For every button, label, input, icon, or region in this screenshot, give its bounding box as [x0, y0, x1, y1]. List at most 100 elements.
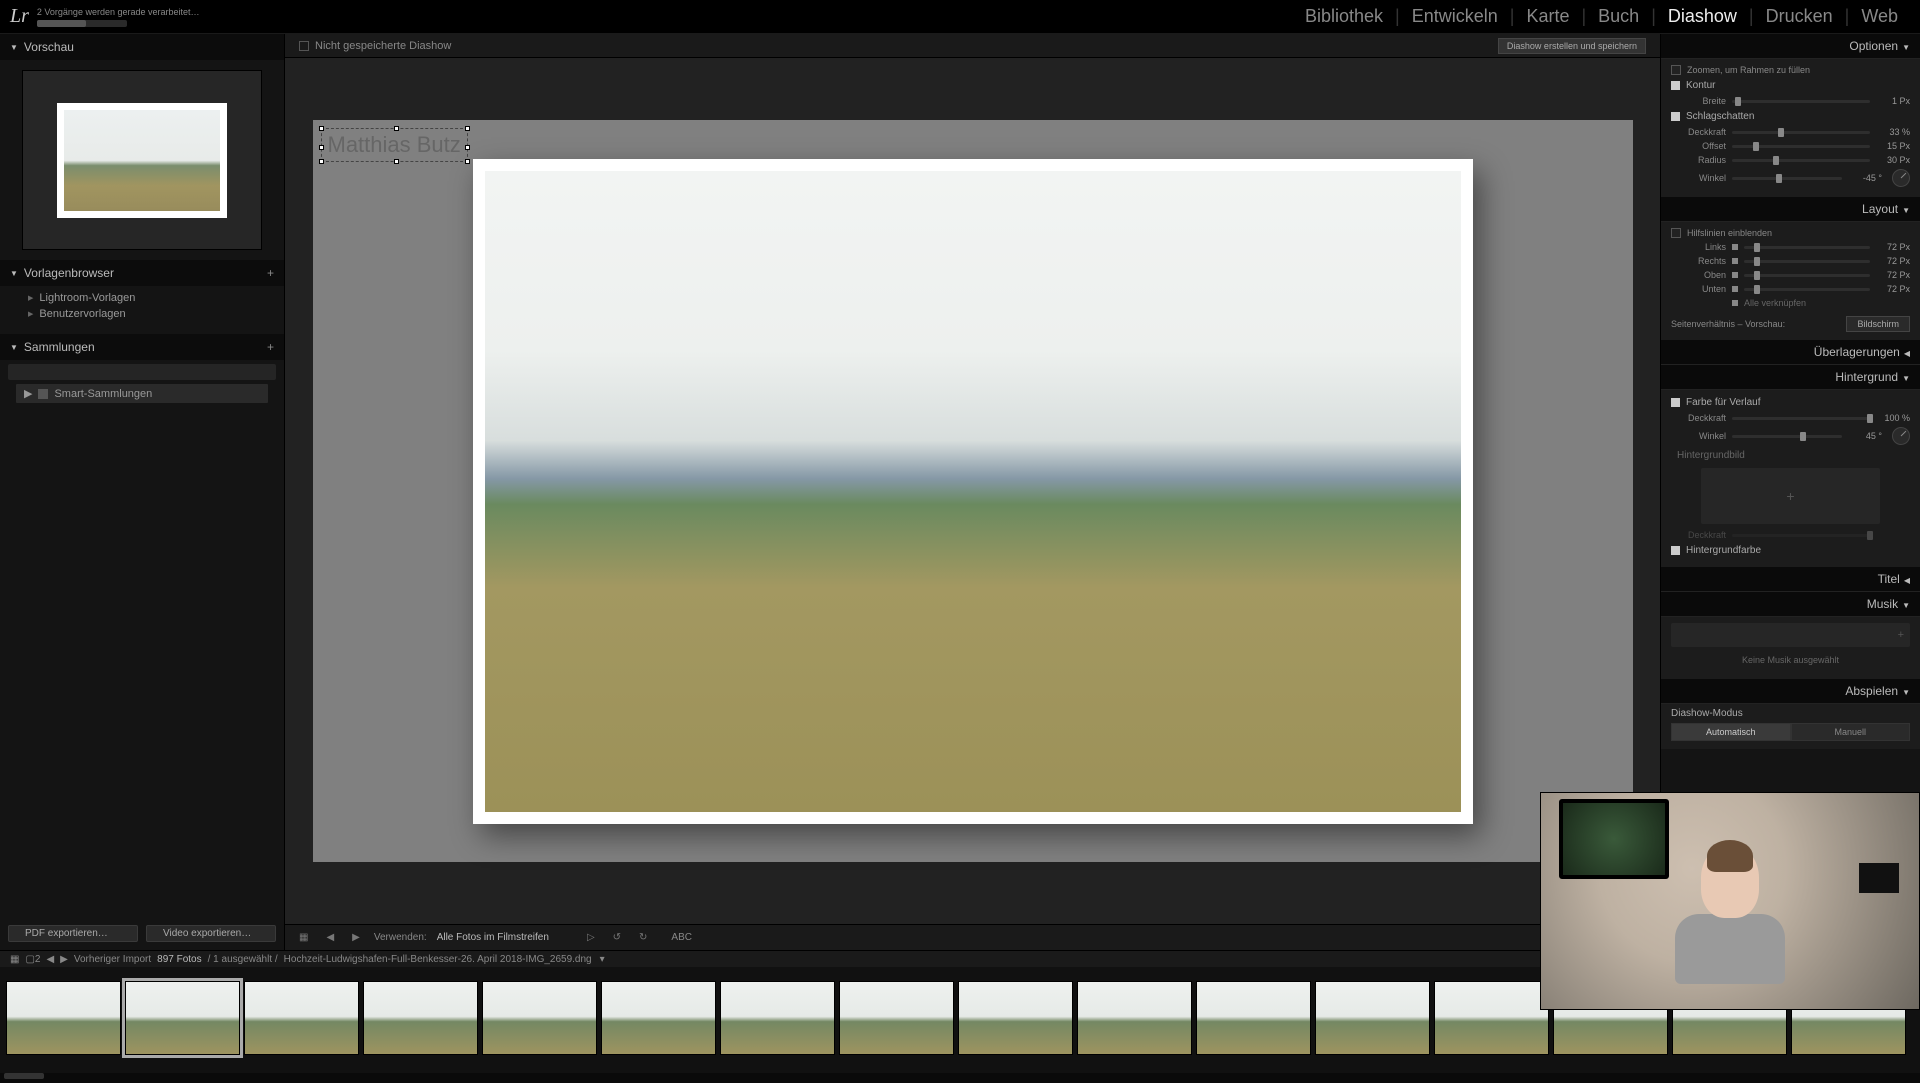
file-path: Hochzeit-Ludwigshafen-Full-Benkesser-26.…	[284, 954, 592, 965]
nav-back-icon[interactable]: ◀	[46, 954, 54, 965]
filmstrip-thumb[interactable]	[601, 981, 716, 1055]
text-overlay-box[interactable]: Matthias Butz	[321, 128, 468, 162]
panel-abspielen-header[interactable]: Abspielen▼	[1661, 679, 1920, 704]
link-toggle-icon[interactable]	[1732, 286, 1738, 292]
folder-icon	[38, 389, 48, 399]
panel-layout-header[interactable]: Layout▼	[1661, 197, 1920, 222]
module-drucken[interactable]: Drucken	[1754, 6, 1845, 27]
preview-image	[57, 103, 227, 218]
margin-right-slider[interactable]	[1744, 260, 1870, 263]
grid-view-icon[interactable]: ▦	[10, 954, 19, 965]
add-collection-icon[interactable]: +	[267, 340, 274, 354]
kontur-checkbox[interactable]	[1671, 81, 1680, 90]
margin-left-slider[interactable]	[1744, 246, 1870, 249]
bg-opacity-slider[interactable]	[1732, 417, 1870, 420]
filmstrip-thumb[interactable]	[1434, 981, 1549, 1055]
filmstrip-thumb[interactable]	[720, 981, 835, 1055]
slideshow-checkbox[interactable]	[299, 41, 309, 51]
filmstrip-thumb[interactable]	[1077, 981, 1192, 1055]
panel-preview-header[interactable]: ▼ Vorschau	[0, 34, 284, 60]
nav-fwd-icon[interactable]: ▶	[60, 954, 68, 965]
zoom-fill-label: Zoomen, um Rahmen zu füllen	[1687, 65, 1810, 75]
breite-slider[interactable]	[1732, 100, 1870, 103]
photo-count: 897 Fotos	[157, 954, 201, 965]
slide-stage[interactable]: Matthias Butz	[313, 120, 1633, 862]
export-video-button[interactable]: Video exportieren…	[146, 925, 276, 942]
abc-button[interactable]: ABC	[671, 932, 692, 943]
link-toggle-icon[interactable]	[1732, 272, 1738, 278]
prev-slide-icon[interactable]: ◀	[322, 932, 338, 943]
use-mode-dropdown[interactable]: Alle Fotos im Filmstreifen	[437, 932, 549, 943]
module-picker: Bibliothek| Entwickeln| Karte| Buch| Dia…	[1293, 6, 1910, 27]
shadow-radius-slider[interactable]	[1732, 159, 1870, 162]
module-entwickeln[interactable]: Entwickeln	[1400, 6, 1510, 27]
bg-angle-slider[interactable]	[1732, 435, 1842, 438]
link-all-icon[interactable]	[1732, 300, 1738, 306]
gradient-checkbox[interactable]	[1671, 398, 1680, 407]
secondary-display-icon[interactable]: ▢2	[25, 954, 40, 965]
panel-templates-header[interactable]: ▼ Vorlagenbrowser +	[0, 260, 284, 286]
bg-angle-dial[interactable]	[1892, 427, 1910, 445]
filmstrip-thumb[interactable]	[363, 981, 478, 1055]
filmstrip-thumb[interactable]	[1196, 981, 1311, 1055]
add-template-icon[interactable]: +	[267, 266, 274, 280]
mode-auto-button[interactable]: Automatisch	[1671, 723, 1791, 741]
no-music-label: Keine Musik ausgewählt	[1671, 649, 1910, 671]
panel-optionen-header[interactable]: Optionen▼	[1661, 34, 1920, 59]
slideshow-mode-label: Diashow-Modus	[1671, 708, 1910, 719]
aspect-dropdown[interactable]: Bildschirm	[1846, 316, 1910, 332]
module-karte[interactable]: Karte	[1514, 6, 1581, 27]
filmstrip-thumb[interactable]	[1315, 981, 1430, 1055]
export-pdf-button[interactable]: PDF exportieren…	[8, 925, 138, 942]
bgimage-opacity-slider[interactable]	[1732, 534, 1870, 537]
next-slide-icon[interactable]: ▶	[348, 932, 364, 943]
filmstrip-thumb[interactable]	[6, 981, 121, 1055]
link-toggle-icon[interactable]	[1732, 244, 1738, 250]
play-icon[interactable]: ▷	[583, 932, 599, 943]
music-add-button[interactable]: +	[1671, 623, 1910, 647]
zoom-fill-checkbox[interactable]	[1671, 65, 1681, 75]
shadow-checkbox[interactable]	[1671, 112, 1680, 121]
panel-titel-header[interactable]: Titel◀	[1661, 567, 1920, 592]
panel-overlays-header[interactable]: Überlagerungen◀	[1661, 340, 1920, 365]
disclosure-icon: ▼	[10, 43, 18, 52]
margin-bottom-slider[interactable]	[1744, 288, 1870, 291]
bgimage-dropzone[interactable]: +	[1701, 468, 1880, 524]
module-bibliothek[interactable]: Bibliothek	[1293, 6, 1395, 27]
bgcolor-checkbox[interactable]	[1671, 546, 1680, 555]
slide-image	[473, 159, 1473, 824]
filmstrip-thumb[interactable]	[125, 981, 240, 1055]
link-toggle-icon[interactable]	[1732, 258, 1738, 264]
smart-collections-folder[interactable]: ▶ Smart-Sammlungen	[16, 384, 268, 403]
template-folder-lightroom[interactable]: ▶Lightroom-Vorlagen	[28, 290, 274, 306]
module-buch[interactable]: Buch	[1586, 6, 1651, 27]
toggle-lights-icon[interactable]: ▦	[295, 932, 312, 943]
collections-filter-input[interactable]	[8, 364, 276, 380]
module-web[interactable]: Web	[1849, 6, 1910, 27]
panel-collections-header[interactable]: ▼ Sammlungen +	[0, 334, 284, 360]
preview-thumbnail[interactable]	[22, 70, 262, 250]
save-slideshow-button[interactable]: Diashow erstellen und speichern	[1498, 38, 1646, 54]
rotate-ccw-icon[interactable]: ↺	[609, 932, 625, 943]
shadow-offset-slider[interactable]	[1732, 145, 1870, 148]
module-diashow[interactable]: Diashow	[1656, 6, 1749, 27]
filmstrip-thumb[interactable]	[958, 981, 1073, 1055]
mode-manual-button[interactable]: Manuell	[1791, 723, 1911, 741]
shadow-opacity-slider[interactable]	[1732, 131, 1870, 134]
panel-musik-header[interactable]: Musik▼	[1661, 592, 1920, 617]
filmstrip-thumb[interactable]	[244, 981, 359, 1055]
margin-top-slider[interactable]	[1744, 274, 1870, 277]
filmstrip-thumb[interactable]	[839, 981, 954, 1055]
rotate-cw-icon[interactable]: ↻	[635, 932, 651, 943]
filmstrip-thumb[interactable]	[482, 981, 597, 1055]
angle-dial[interactable]	[1892, 169, 1910, 187]
disclosure-icon: ▼	[10, 343, 18, 352]
template-folder-user[interactable]: ▶Benutzervorlagen	[28, 306, 274, 322]
panel-background-header[interactable]: Hintergrund▼	[1661, 365, 1920, 390]
filmstrip-scrollbar[interactable]	[0, 1073, 1920, 1083]
shadow-angle-slider[interactable]	[1732, 177, 1842, 180]
gradient-label: Farbe für Verlauf	[1686, 397, 1760, 408]
slide-canvas[interactable]: Matthias Butz	[285, 58, 1660, 924]
source-label[interactable]: Vorheriger Import	[74, 954, 151, 965]
guides-checkbox[interactable]	[1671, 228, 1681, 238]
